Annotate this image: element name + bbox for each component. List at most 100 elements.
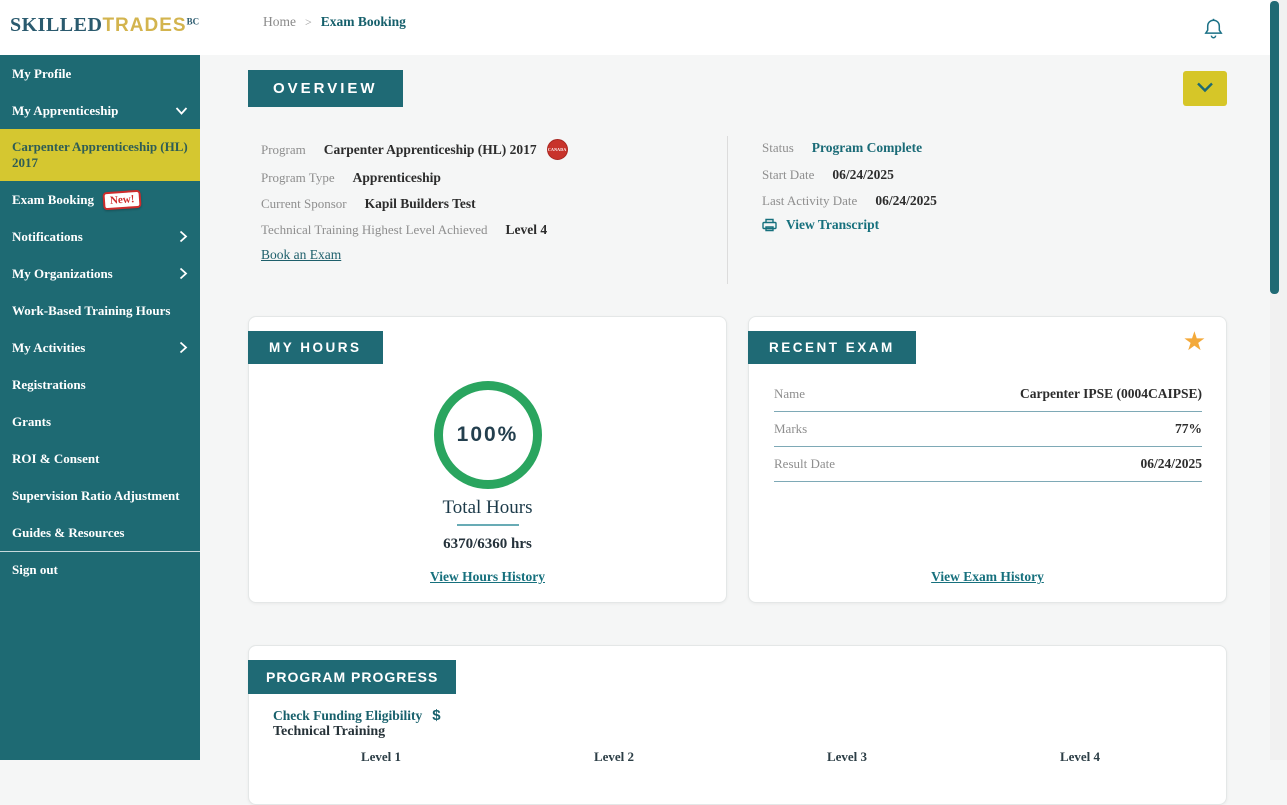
- scrollbar-thumb[interactable]: [1270, 1, 1279, 294]
- status-value: Program Complete: [812, 140, 922, 156]
- sidebar-item-sign-out[interactable]: Sign out: [0, 551, 200, 588]
- book-an-exam-link[interactable]: Book an Exam: [261, 247, 341, 263]
- sidebar-item-label: My Activities: [12, 340, 85, 356]
- overview-section-title: OVERVIEW: [248, 70, 403, 107]
- status-label: Status: [762, 140, 794, 156]
- sidebar-item-my-organizations[interactable]: My Organizations: [0, 255, 200, 292]
- sidebar-item-grants[interactable]: Grants: [0, 403, 200, 440]
- red-seal-icon: CANADA: [547, 139, 568, 160]
- recent-exam-table: Name Carpenter IPSE (0004CAIPSE) Marks 7…: [774, 377, 1202, 482]
- collapse-section-button[interactable]: [1183, 71, 1227, 106]
- table-row: Name Carpenter IPSE (0004CAIPSE): [774, 377, 1202, 412]
- start-date-value: 06/24/2025: [832, 167, 894, 183]
- exam-result-date-label: Result Date: [774, 456, 835, 472]
- table-row: Result Date 06/24/2025: [774, 447, 1202, 482]
- exam-marks-value: 77%: [1175, 421, 1202, 437]
- program-value: Carpenter Apprenticeship (HL) 2017: [324, 142, 537, 158]
- sidebar-item-my-activities[interactable]: My Activities: [0, 329, 200, 366]
- level-1-label: Level 1: [336, 749, 426, 765]
- table-row: Marks 77%: [774, 412, 1202, 447]
- printer-icon: [762, 218, 777, 232]
- recent-exam-card: RECENT EXAM ★ Name Carpenter IPSE (0004C…: [748, 316, 1227, 603]
- last-activity-row: Last Activity Date 06/24/2025: [762, 193, 937, 209]
- sidebar-item-work-based-training-hours[interactable]: Work-Based Training Hours: [0, 292, 200, 329]
- chevron-right-icon: [178, 341, 188, 354]
- logo-part-skilled: SKILLED: [10, 14, 102, 36]
- skilledtradesbc-logo[interactable]: SKILLEDTRADESBC: [10, 14, 199, 37]
- technical-training-subtitle: Technical Training: [273, 724, 385, 740]
- sidebar-item-label: Grants: [12, 414, 51, 430]
- highest-level-label: Technical Training Highest Level Achieve…: [261, 222, 488, 238]
- hours-progress-ring: 100%: [434, 381, 542, 489]
- exam-name-label: Name: [774, 386, 805, 402]
- view-hours-history-link[interactable]: View Hours History: [249, 569, 726, 585]
- total-hours-underline: [457, 524, 519, 526]
- sidebar-item-registrations[interactable]: Registrations: [0, 366, 200, 403]
- chevron-down-icon: [175, 106, 188, 116]
- breadcrumb-home-link[interactable]: Home: [263, 14, 296, 29]
- star-icon[interactable]: ★: [1183, 329, 1206, 355]
- overview-column-divider: [727, 136, 728, 284]
- dollar-icon: $: [432, 707, 440, 724]
- current-sponsor-row: Current Sponsor Kapil Builders Test: [261, 196, 476, 212]
- current-sponsor-value: Kapil Builders Test: [365, 196, 476, 212]
- exam-name-value: Carpenter IPSE (0004CAIPSE): [1020, 386, 1202, 402]
- program-type-label: Program Type: [261, 170, 335, 186]
- check-funding-eligibility-link[interactable]: Check Funding Eligibility $: [273, 707, 441, 724]
- level-2-label: Level 2: [569, 749, 659, 765]
- level-3-label: Level 3: [802, 749, 892, 765]
- start-date-label: Start Date: [762, 167, 814, 183]
- current-sponsor-label: Current Sponsor: [261, 196, 347, 212]
- logo-part-trades: TRADES: [102, 15, 186, 36]
- sidebar-item-label: Guides & Resources: [12, 525, 124, 541]
- program-type-row: Program Type Apprenticeship: [261, 170, 441, 186]
- highest-level-value: Level 4: [506, 222, 548, 238]
- chevron-right-icon: [178, 267, 188, 280]
- chevron-right-icon: [178, 230, 188, 243]
- sidebar-item-label: My Organizations: [12, 266, 113, 282]
- highest-level-row: Technical Training Highest Level Achieve…: [261, 222, 547, 238]
- breadcrumb: Home > Exam Booking: [263, 14, 406, 30]
- sidebar-item-my-profile[interactable]: My Profile: [0, 55, 200, 92]
- page-scrollbar[interactable]: [1270, 0, 1287, 760]
- program-label: Program: [261, 142, 306, 158]
- sidebar-item-label: ROI & Consent: [12, 451, 99, 467]
- sidebar-item-label: Carpenter Apprenticeship (HL) 2017: [12, 139, 188, 171]
- sidebar-item-label: My Apprenticeship: [12, 103, 118, 119]
- sidebar-item-notifications[interactable]: Notifications: [0, 218, 200, 255]
- recent-exam-card-title: RECENT EXAM: [748, 331, 916, 364]
- sidebar-item-label: Notifications: [12, 229, 83, 245]
- sidebar-item-supervision-ratio-adjustment[interactable]: Supervision Ratio Adjustment: [0, 477, 200, 514]
- check-funding-eligibility-label: Check Funding Eligibility: [273, 708, 422, 724]
- logo-part-bc: BC: [187, 17, 200, 27]
- sidebar-item-guides-resources[interactable]: Guides & Resources: [0, 514, 200, 551]
- program-progress-card: PROGRAM PROGRESS Check Funding Eligibili…: [248, 645, 1227, 805]
- my-hours-card-title: MY HOURS: [248, 331, 383, 364]
- program-type-value: Apprenticeship: [353, 170, 441, 186]
- sidebar-item-exam-booking[interactable]: Exam Booking New!: [0, 181, 200, 218]
- sidebar-item-carpenter-apprenticeship[interactable]: Carpenter Apprenticeship (HL) 2017: [0, 129, 200, 181]
- sidebar-item-my-apprenticeship[interactable]: My Apprenticeship: [0, 92, 200, 129]
- sidebar-item-label: Registrations: [12, 377, 86, 393]
- notifications-bell-icon[interactable]: [1203, 17, 1224, 45]
- last-activity-value: 06/24/2025: [875, 193, 937, 209]
- hours-percent: 100%: [457, 423, 519, 447]
- sidebar-item-label: My Profile: [12, 66, 71, 82]
- breadcrumb-current: Exam Booking: [321, 14, 406, 29]
- sidebar-item-label: Exam Booking: [12, 192, 94, 208]
- view-exam-history-link[interactable]: View Exam History: [749, 569, 1226, 585]
- last-activity-label: Last Activity Date: [762, 193, 857, 209]
- total-hours-value: 6370/6360 hrs: [249, 536, 726, 553]
- level-4-label: Level 4: [1035, 749, 1125, 765]
- exam-result-date-value: 06/24/2025: [1140, 456, 1202, 472]
- breadcrumb-separator: >: [305, 15, 312, 29]
- view-transcript-link[interactable]: View Transcript: [762, 217, 879, 233]
- program-row: Program Carpenter Apprenticeship (HL) 20…: [261, 139, 568, 160]
- exam-marks-label: Marks: [774, 421, 807, 437]
- new-badge: New!: [102, 189, 142, 210]
- view-transcript-label: View Transcript: [786, 217, 879, 233]
- my-hours-card: MY HOURS 100% Total Hours 6370/6360 hrs …: [248, 316, 727, 603]
- sidebar-item-roi-consent[interactable]: ROI & Consent: [0, 440, 200, 477]
- top-bar: SKILLEDTRADESBC Home > Exam Booking: [0, 0, 1287, 55]
- sidebar-item-label: Work-Based Training Hours: [12, 303, 170, 319]
